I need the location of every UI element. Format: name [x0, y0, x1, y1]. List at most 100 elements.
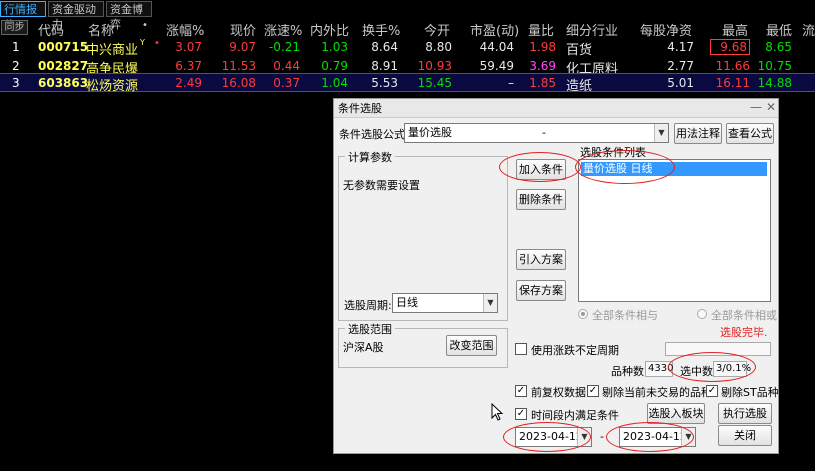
close-icon[interactable]: ✕	[766, 100, 776, 114]
vol-ratio: 3.69	[529, 59, 556, 73]
formula-select[interactable]: 量价选股 - ▼	[404, 123, 669, 143]
to-board-button[interactable]: 选股入板块	[647, 403, 705, 424]
tab-bar: 行情报价 资金驱动力 资金博弈	[0, 0, 815, 31]
time-range-checkbox[interactable]: ✓	[515, 408, 527, 420]
formula-suffix: -	[542, 126, 546, 139]
col-industry[interactable]: 细分行业	[566, 20, 618, 39]
speed: 0.37	[273, 76, 300, 90]
col-dot: •	[142, 20, 148, 31]
remove-untraded-label: 剔除当前未交易的品种	[602, 386, 712, 399]
col-more[interactable]: 流	[802, 20, 815, 39]
col-chg-pct[interactable]: 涨幅%	[166, 20, 204, 39]
stock-code: 603863	[38, 76, 89, 90]
vol-ratio: 1.98	[529, 40, 556, 54]
high: 16.11	[715, 76, 750, 90]
import-scheme-button[interactable]: 引入方案	[516, 249, 566, 270]
col-open[interactable]: 今开	[424, 20, 450, 39]
row-index: 1	[12, 40, 20, 54]
low: 14.88	[757, 76, 792, 90]
flag-mark: Y	[140, 38, 145, 47]
col-price[interactable]: 现价	[230, 20, 256, 39]
sync-button[interactable]: 同步	[1, 20, 28, 35]
nav: 4.17	[667, 40, 694, 54]
stock-code: 002827	[38, 59, 89, 73]
high: 11.66	[715, 59, 750, 73]
row-index: 3	[12, 76, 20, 90]
stock-code: 000715	[38, 40, 89, 54]
col-turnover[interactable]: 换手%	[362, 20, 400, 39]
close-button[interactable]: 关闭	[718, 425, 772, 446]
in-out: 0.79	[321, 59, 348, 73]
col-pe[interactable]: 市盈(动)	[470, 20, 519, 39]
price: 11.53	[221, 59, 256, 73]
row-index: 2	[12, 59, 20, 73]
stock-name: 松炀资源	[86, 79, 139, 94]
radio-and[interactable]	[578, 309, 588, 319]
pre-adjust-checkbox[interactable]: ✓	[515, 385, 527, 397]
col-vol-ratio[interactable]: 量比	[528, 20, 554, 39]
col-low[interactable]: 最低	[766, 20, 792, 39]
speed: 0.44	[273, 59, 300, 73]
remove-st-label: 剔除ST品种	[721, 386, 779, 399]
save-scheme-button[interactable]: 保存方案	[516, 280, 566, 301]
indeterminate-checkbox[interactable]	[515, 343, 527, 355]
pe: –	[508, 76, 514, 90]
chevron-down-icon: ▼	[483, 294, 497, 312]
open: 15.45	[417, 76, 452, 90]
table-row[interactable]: 3 603863 松炀资源 2.49 16.08 0.37 1.04 5.53 …	[0, 73, 815, 94]
remove-untraded-checkbox[interactable]: ✓	[587, 385, 599, 397]
col-high[interactable]: 最高	[722, 20, 748, 39]
nav: 5.01	[667, 76, 694, 90]
open: 8.80	[425, 40, 452, 54]
industry: 造纸	[566, 79, 593, 94]
col-name[interactable]: 名称	[88, 20, 114, 39]
low: 10.75	[757, 59, 792, 73]
stock-name: 中兴商业	[86, 43, 139, 58]
radio-or[interactable]	[697, 309, 707, 319]
pe: 59.49	[479, 59, 514, 73]
highlight-ellipse	[606, 422, 694, 452]
formula-label: 条件选股公式	[339, 128, 405, 141]
highlight-ellipse	[503, 422, 591, 452]
turnover: 8.91	[371, 59, 398, 73]
table-row[interactable]: 1 000715 中兴商业 Y • 3.07 9.07 -0.21 1.03 8…	[0, 38, 815, 58]
price: 16.08	[221, 76, 256, 90]
table-header: 同步 代码 名称 • 涨幅% 现价 涨速% 内外比 换手% 今开 市盈(动) 量…	[0, 18, 815, 39]
col-speed[interactable]: 涨速%	[264, 20, 302, 39]
tab-quote[interactable]: 行情报价	[0, 1, 46, 31]
count-label: 品种数	[611, 365, 644, 378]
highlight-ellipse	[575, 150, 675, 184]
in-out: 1.03	[321, 40, 348, 54]
chg-pct: 3.07	[175, 40, 202, 54]
radio-or-label: 全部条件相或	[711, 309, 777, 322]
usage-notes-button[interactable]: 用法注释	[674, 123, 722, 144]
pe: 44.04	[479, 40, 514, 54]
tab-fund-drive[interactable]: 资金驱动力	[48, 1, 104, 31]
industry: 百货	[566, 43, 593, 58]
tab-fund-game[interactable]: 资金博弈	[106, 1, 152, 31]
run-selection-button[interactable]: 执行选股	[718, 403, 772, 424]
low: 8.65	[765, 40, 792, 54]
col-in-out[interactable]: 内外比	[310, 20, 349, 39]
in-out: 1.04	[321, 76, 348, 90]
chevron-down-icon: ▼	[654, 124, 668, 142]
minimize-icon[interactable]: —	[750, 100, 762, 114]
range-label: 选股范围	[345, 321, 395, 337]
dialog-title: 条件选股	[334, 99, 778, 118]
indeterminate-label: 使用涨跌不定周期	[531, 344, 619, 357]
turnover: 8.64	[371, 40, 398, 54]
period-select[interactable]: 日线 ▼	[392, 293, 498, 313]
chg-pct: 2.49	[175, 76, 202, 90]
view-formula-button[interactable]: 查看公式	[726, 123, 774, 144]
col-nav[interactable]: 每股净资	[640, 20, 692, 39]
change-range-button[interactable]: 改变范围	[446, 335, 497, 356]
vol-ratio: 1.85	[529, 76, 556, 90]
calc-params-label: 计算参数	[345, 149, 395, 165]
radio-and-label: 全部条件相与	[592, 309, 658, 322]
delete-condition-button[interactable]: 删除条件	[516, 189, 566, 210]
col-code[interactable]: 代码	[38, 20, 64, 39]
range-value: 沪深A股	[343, 341, 384, 354]
formula-value: 量价选股	[408, 126, 452, 139]
remove-st-checkbox[interactable]: ✓	[706, 385, 718, 397]
high: 9.68	[710, 39, 750, 55]
